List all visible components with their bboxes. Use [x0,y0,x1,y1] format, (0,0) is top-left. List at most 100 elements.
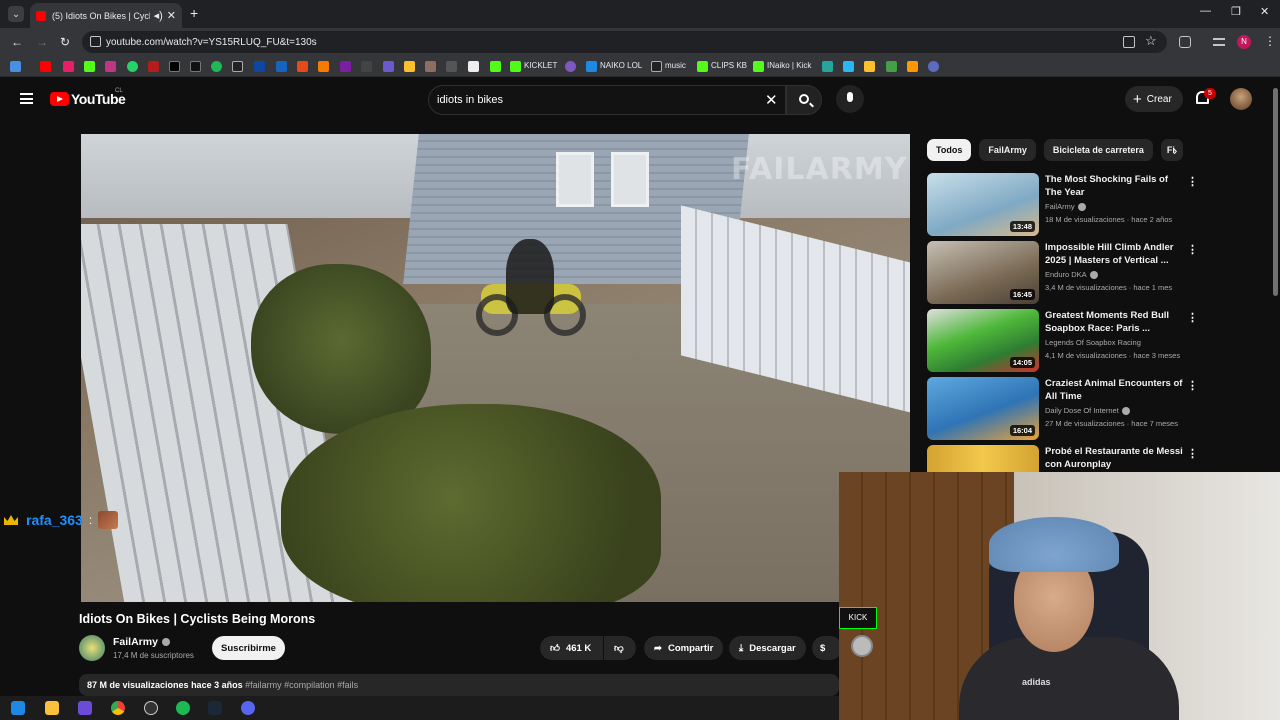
search-button[interactable] [786,85,822,115]
chips-next-icon[interactable]: › [1173,143,1177,158]
bookmark-icon-12[interactable] [425,61,436,72]
bookmark-icon-16[interactable] [565,61,576,72]
subscribe-button[interactable]: Suscribirme [212,636,285,660]
file-explorer-icon[interactable] [45,701,59,715]
bookmark-inaiko-icon[interactable] [753,61,764,72]
clear-search-icon[interactable]: ✕ [765,91,778,109]
reload-button[interactable]: ↻ [60,35,70,49]
bookmark-icon-8[interactable] [340,61,351,72]
bookmark-icon-7[interactable] [318,61,329,72]
chip-todos[interactable]: Todos [927,139,972,161]
restore-button[interactable]: ❐ [1231,5,1241,18]
forward-button[interactable]: → [36,35,48,49]
bookmark-icon-3[interactable] [232,61,243,72]
bookmark-naiko-lol[interactable]: NAIKO LOL [600,61,642,70]
bookmark-icon-5[interactable] [276,61,287,72]
video-player[interactable]: FAILARMY [81,134,910,602]
video-thumbnail[interactable]: 14:05 [927,309,1039,372]
apps-grid-icon[interactable] [10,61,21,72]
bookmark-spotify-icon[interactable] [211,61,222,72]
recommendation-item[interactable]: Probé el Restaurante de Messi con Auronp… [927,445,1197,472]
bookmark-icon-6[interactable] [297,61,308,72]
bookmark-instagram-icon[interactable] [105,61,116,72]
channel-name-row[interactable]: FailArmy [113,636,170,648]
bookmark-icon-20[interactable] [886,61,897,72]
bookmark-kicklet[interactable]: KICKLET [524,61,557,70]
description-box[interactable]: 87 M de visualizaciones hace 3 años #fai… [79,674,839,696]
bookmark-music-icon[interactable] [651,61,662,72]
rec-title[interactable]: Impossible Hill Climb Andler 2025 | Mast… [1045,241,1185,267]
tab-search-button[interactable]: ⌄ [8,6,24,22]
chip-partial[interactable]: Fi [1160,139,1183,161]
menu-icon[interactable] [20,93,33,104]
download-button[interactable]: ⤓ Descargar [729,636,806,660]
bookmark-whatsapp-icon[interactable] [127,61,138,72]
video-thumbnail[interactable]: 13:48 [927,173,1039,236]
bookmark-icon-4[interactable] [254,61,265,72]
obs-icon[interactable] [144,701,158,715]
recommendation-item[interactable]: 13:48 The Most Shocking Fails of The Yea… [927,173,1198,237]
chip-bicicleta[interactable]: Bicicleta de carretera [1043,139,1153,161]
page-scrollbar[interactable] [1273,88,1278,296]
install-app-icon[interactable] [1123,36,1135,48]
more-options-icon[interactable]: ⋮ [1187,447,1197,460]
more-options-icon[interactable]: ⋮ [1187,311,1198,324]
browser-menu-icon[interactable]: ⋮ [1264,34,1276,48]
url-bar[interactable]: youtube.com/watch?v=YS15RLUQ_FU&t=130s [82,31,1167,53]
bookmark-naiko-icon[interactable] [586,61,597,72]
bookmark-icon-11[interactable] [404,61,415,72]
discord-icon[interactable] [241,701,255,715]
bookmark-icon-2[interactable] [148,61,159,72]
bookmark-kick-icon[interactable] [84,61,95,72]
like-button[interactable]: 👍︎ 461 K [540,636,603,660]
speaker-icon[interactable]: ◂) [154,9,163,22]
extensions-icon[interactable] [1179,36,1191,48]
bookmark-clips-kb[interactable]: CLIPS KB [711,61,747,70]
bookmark-clips-icon[interactable] [697,61,708,72]
bookmark-icon-21[interactable] [907,61,918,72]
media-controls-icon[interactable] [1213,38,1225,46]
more-options-icon[interactable]: ⋮ [1187,243,1198,256]
window-close-button[interactable]: ✕ [1260,5,1269,18]
steam-icon[interactable] [208,701,222,715]
bookmark-icon-15[interactable] [490,61,501,72]
recommendation-item[interactable]: 16:04 Craziest Animal Encounters of All … [927,377,1198,441]
recommendation-item[interactable]: 16:45 Impossible Hill Climb Andler 2025 … [927,241,1198,305]
bookmark-icon-18[interactable] [843,61,854,72]
bookmark-icon-17[interactable] [822,61,833,72]
more-options-icon[interactable]: ⋮ [1187,379,1198,392]
tab-close-icon[interactable]: ✕ [167,9,176,22]
voice-search-icon[interactable] [836,85,864,113]
bookmark-x-icon[interactable] [169,61,180,72]
rec-title[interactable]: The Most Shocking Fails of The Year [1045,173,1185,199]
site-info-icon[interactable] [90,36,101,47]
share-button[interactable]: ➦ Compartir [644,636,724,660]
bookmark-icon-13[interactable] [446,61,457,72]
rec-title[interactable]: Craziest Animal Encounters of All Time [1045,377,1185,403]
video-thumbnail[interactable]: 16:45 [927,241,1039,304]
profile-avatar[interactable]: N [1237,35,1251,49]
app-icon[interactable] [78,701,92,715]
bookmark-icon-9[interactable] [361,61,372,72]
bookmark-music[interactable]: music [665,61,686,70]
bookmark-kicklet-icon[interactable] [510,61,521,72]
search-input[interactable]: idiots in bikes [428,85,786,115]
account-avatar[interactable] [1230,88,1252,110]
youtube-logo-icon[interactable] [50,92,69,106]
bookmark-icon-1[interactable] [63,61,74,72]
recommendation-item[interactable]: 14:05 Greatest Moments Red Bull Soapbox … [927,309,1198,373]
bookmark-icon-14[interactable] [468,61,479,72]
bookmark-star-icon[interactable]: ☆ [1145,33,1157,49]
browser-tab-active[interactable]: (5) Idiots On Bikes | Cyclist ◂) ✕ [30,3,182,28]
chip-failarmy[interactable]: FailArmy [979,139,1036,161]
hashtags[interactable]: #failarmy #compilation #fails [245,680,358,690]
spotify-icon[interactable] [176,701,190,715]
bookmark-icon-10[interactable] [383,61,394,72]
channel-avatar[interactable] [79,635,105,661]
create-button[interactable]: + Crear [1125,86,1183,112]
bookmark-youtube-icon[interactable] [40,61,51,72]
new-tab-button[interactable]: + [190,5,198,21]
video-thumbnail[interactable]: 16:04 [927,377,1039,440]
back-button[interactable]: ← [11,35,23,49]
more-options-icon[interactable]: ⋮ [1187,175,1198,188]
